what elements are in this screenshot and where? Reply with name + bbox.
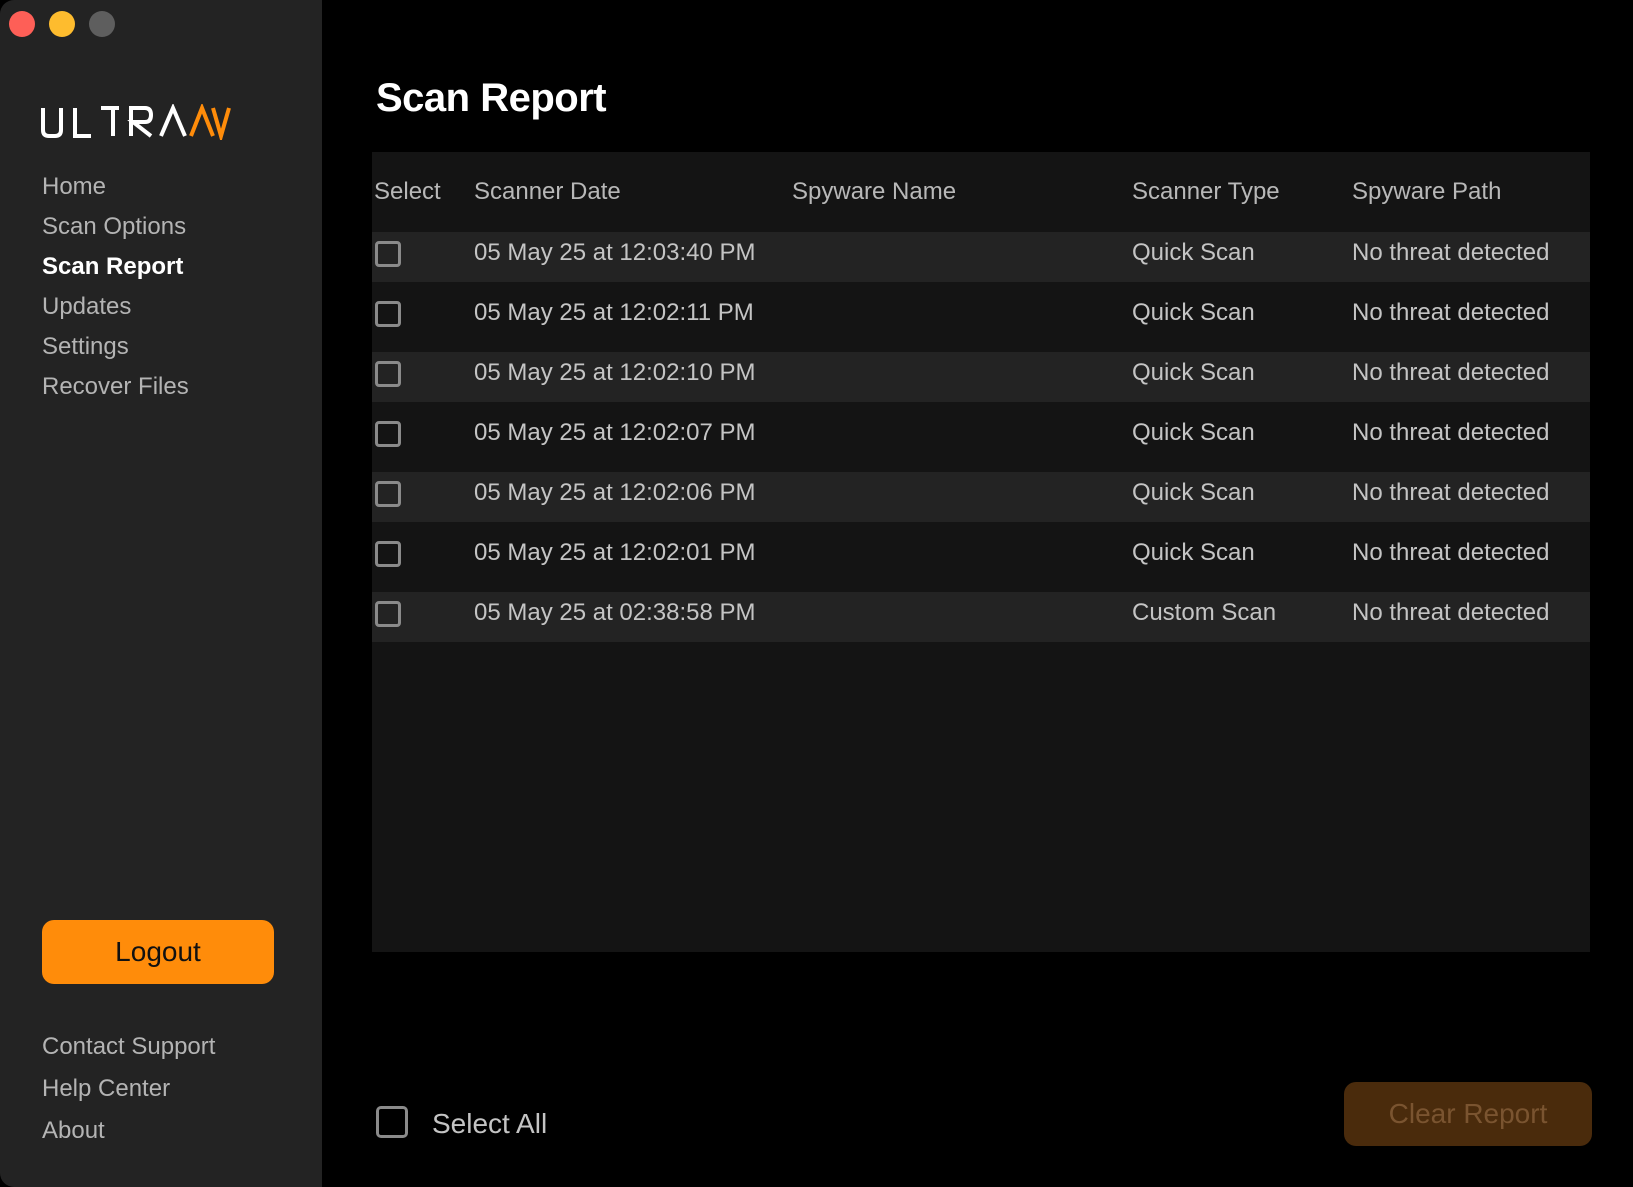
- sidebar-nav: Home Scan Options Scan Report Updates Se…: [42, 167, 189, 407]
- table-row[interactable]: 05 May 25 at 12:02:10 PM Quick Scan No t…: [372, 352, 1590, 402]
- clear-report-button[interactable]: Clear Report: [1344, 1082, 1592, 1146]
- sidebar-item-home[interactable]: Home: [42, 167, 189, 207]
- column-header-spyware-path: Spyware Path: [1352, 178, 1502, 205]
- scanner-type-cell: Quick Scan: [1132, 359, 1255, 386]
- scanner-date-cell: 05 May 25 at 12:02:11 PM: [474, 299, 754, 326]
- row-checkbox[interactable]: [375, 241, 401, 267]
- about-link[interactable]: About: [42, 1110, 215, 1152]
- spyware-path-cell: No threat detected: [1352, 599, 1550, 626]
- close-window-button[interactable]: [9, 11, 35, 37]
- sidebar-item-settings[interactable]: Settings: [42, 327, 189, 367]
- column-header-scanner-date: Scanner Date: [474, 178, 621, 205]
- scanner-date-cell: 05 May 25 at 12:02:10 PM: [474, 359, 756, 386]
- scanner-type-cell: Quick Scan: [1132, 539, 1255, 566]
- footer-links: Contact Support Help Center About: [42, 1026, 215, 1152]
- scanner-date-cell: 05 May 25 at 12:02:06 PM: [474, 479, 756, 506]
- ultraav-logo: [41, 104, 231, 140]
- table-row[interactable]: 05 May 25 at 12:02:11 PM Quick Scan No t…: [372, 292, 1590, 342]
- help-center-link[interactable]: Help Center: [42, 1068, 215, 1110]
- scanner-date-cell: 05 May 25 at 12:02:01 PM: [474, 539, 756, 566]
- row-checkbox[interactable]: [375, 301, 401, 327]
- scanner-date-cell: 05 May 25 at 12:03:40 PM: [474, 239, 756, 266]
- row-checkbox[interactable]: [375, 361, 401, 387]
- table-row[interactable]: 05 May 25 at 02:38:58 PM Custom Scan No …: [372, 592, 1590, 642]
- contact-support-link[interactable]: Contact Support: [42, 1026, 215, 1068]
- scanner-date-cell: 05 May 25 at 02:38:58 PM: [474, 599, 756, 626]
- zoom-window-button[interactable]: [89, 11, 115, 37]
- table-header: Select Scanner Date Spyware Name Scanner…: [372, 152, 1590, 232]
- row-checkbox[interactable]: [375, 541, 401, 567]
- logout-button[interactable]: Logout: [42, 920, 274, 984]
- select-all-checkbox[interactable]: [376, 1106, 408, 1138]
- spyware-path-cell: No threat detected: [1352, 539, 1550, 566]
- column-header-select: Select: [374, 178, 441, 205]
- column-header-spyware-name: Spyware Name: [792, 178, 957, 205]
- scanner-type-cell: Quick Scan: [1132, 479, 1255, 506]
- table-row[interactable]: 05 May 25 at 12:03:40 PM Quick Scan No t…: [372, 232, 1590, 282]
- spyware-path-cell: No threat detected: [1352, 239, 1550, 266]
- sidebar-item-scan-options[interactable]: Scan Options: [42, 207, 189, 247]
- scanner-type-cell: Quick Scan: [1132, 419, 1255, 446]
- scanner-type-cell: Quick Scan: [1132, 299, 1255, 326]
- table-row[interactable]: 05 May 25 at 12:02:01 PM Quick Scan No t…: [372, 532, 1590, 582]
- app-window: Home Scan Options Scan Report Updates Se…: [0, 0, 1633, 1187]
- row-checkbox[interactable]: [375, 601, 401, 627]
- scanner-type-cell: Quick Scan: [1132, 239, 1255, 266]
- table-row[interactable]: 05 May 25 at 12:02:06 PM Quick Scan No t…: [372, 472, 1590, 522]
- minimize-window-button[interactable]: [49, 11, 75, 37]
- spyware-path-cell: No threat detected: [1352, 359, 1550, 386]
- spyware-path-cell: No threat detected: [1352, 419, 1550, 446]
- sidebar-item-scan-report[interactable]: Scan Report: [42, 247, 189, 287]
- row-checkbox[interactable]: [375, 481, 401, 507]
- sidebar: Home Scan Options Scan Report Updates Se…: [0, 0, 322, 1187]
- table-row[interactable]: 05 May 25 at 12:02:07 PM Quick Scan No t…: [372, 412, 1590, 462]
- scanner-type-cell: Custom Scan: [1132, 599, 1277, 626]
- row-checkbox[interactable]: [375, 421, 401, 447]
- select-all-label[interactable]: Select All: [432, 1106, 547, 1142]
- spyware-path-cell: No threat detected: [1352, 299, 1550, 326]
- spyware-path-cell: No threat detected: [1352, 479, 1550, 506]
- page-title: Scan Report: [376, 76, 607, 120]
- column-header-scanner-type: Scanner Type: [1132, 178, 1280, 205]
- scanner-date-cell: 05 May 25 at 12:02:07 PM: [474, 419, 756, 446]
- sidebar-item-updates[interactable]: Updates: [42, 287, 189, 327]
- sidebar-item-recover-files[interactable]: Recover Files: [42, 367, 189, 407]
- scan-report-table: Select Scanner Date Spyware Name Scanner…: [372, 152, 1590, 952]
